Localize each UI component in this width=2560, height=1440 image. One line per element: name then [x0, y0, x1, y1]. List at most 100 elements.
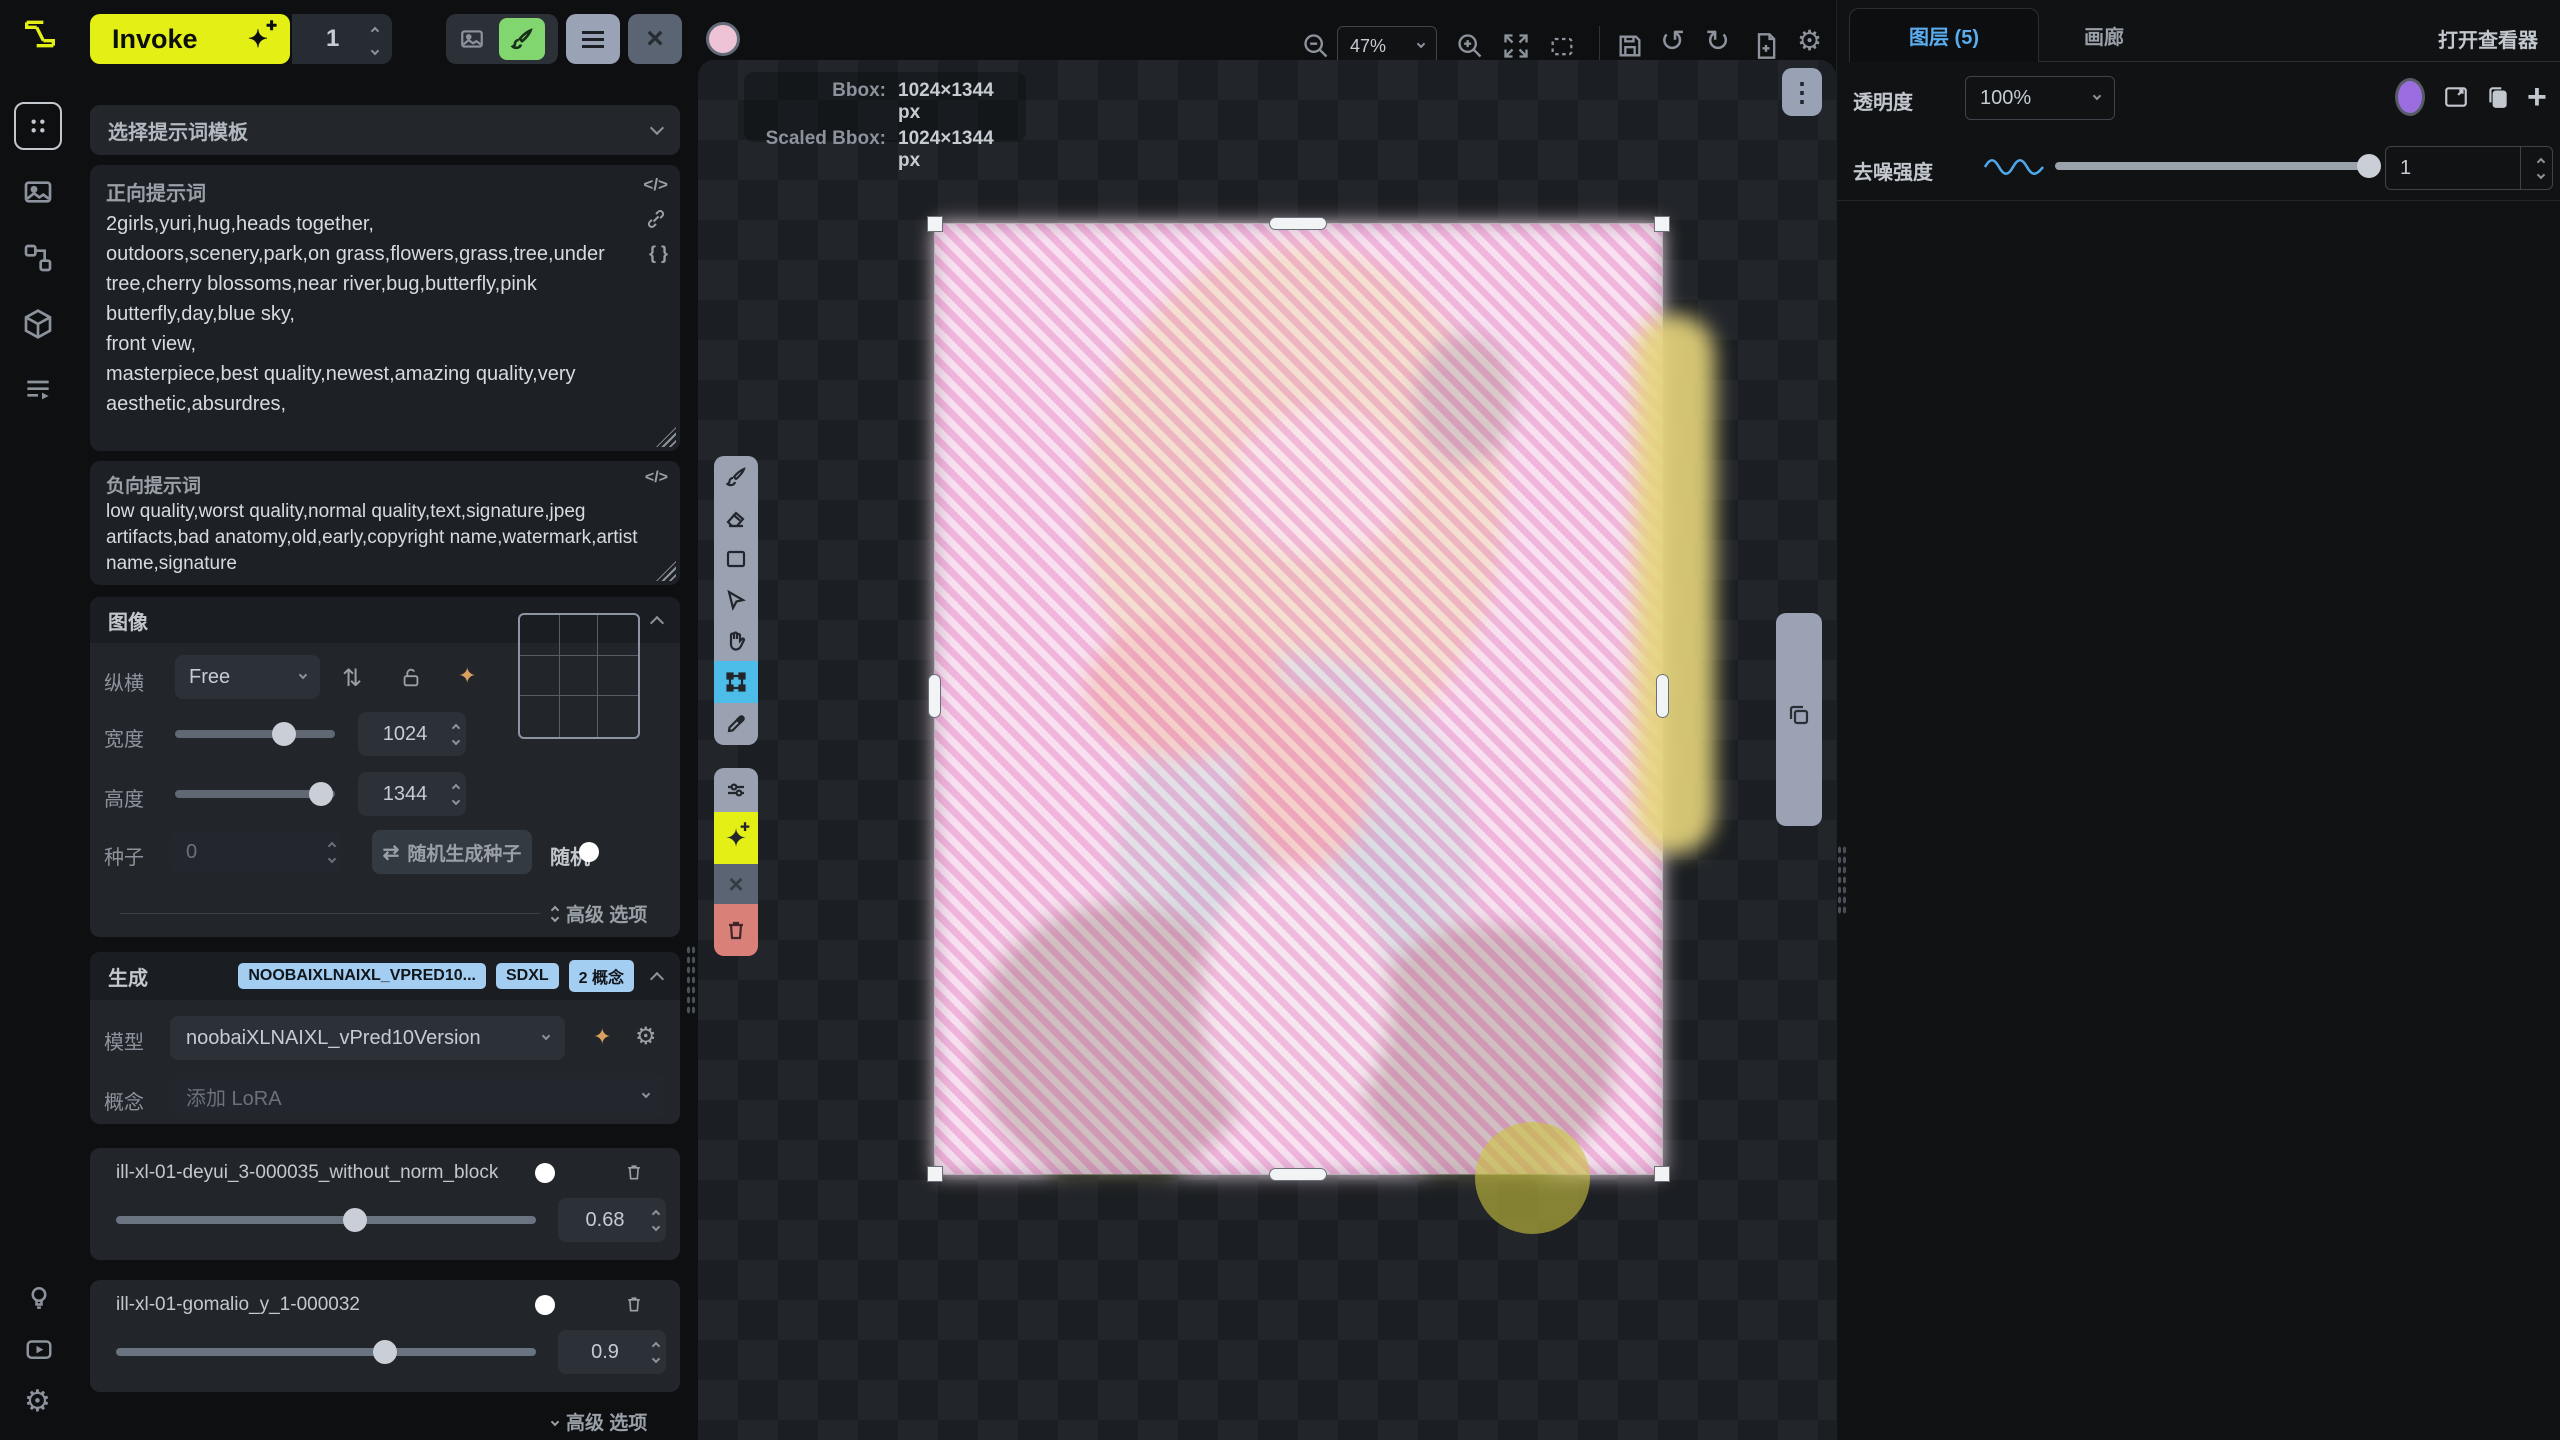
- seed-input[interactable]: 0: [170, 830, 342, 874]
- model-select[interactable]: noobaiXLNAIXL_vPred10Version: [170, 1016, 565, 1060]
- swap-dimensions-icon[interactable]: ⇅: [342, 664, 362, 693]
- generation-section-header[interactable]: 生成 NOOBAIXLNAIXL_VPRED10... SDXL 2 概念: [90, 952, 680, 1000]
- denoise-slider-thumb[interactable]: [2357, 154, 2381, 178]
- resize-handle[interactable]: [656, 561, 676, 581]
- duplicate-layer-icon[interactable]: [2485, 84, 2511, 110]
- canvas-more-options-button[interactable]: ⋮: [1782, 68, 1822, 116]
- tab-gallery[interactable]: 画廊: [2039, 8, 2169, 62]
- bbox-handle-n[interactable]: [1269, 217, 1327, 230]
- width-slider[interactable]: [175, 730, 335, 738]
- rail-tab-canvas[interactable]: [14, 102, 62, 150]
- step-up-icon[interactable]: [452, 783, 460, 791]
- positive-prompt-card[interactable]: 正向提示词 2girls,yuri,hug,heads together, ou…: [90, 165, 680, 451]
- close-panel-button[interactable]: ×: [628, 14, 682, 64]
- generation-advanced-options[interactable]: 高级 选项: [552, 1408, 647, 1435]
- floating-panel-handle[interactable]: [1776, 613, 1822, 826]
- invoke-generate-button[interactable]: ✦✚: [714, 812, 758, 864]
- braces-icon[interactable]: { }: [649, 243, 668, 264]
- trash-icon[interactable]: [624, 1160, 644, 1184]
- denoise-slider[interactable]: [2055, 162, 2369, 170]
- width-input[interactable]: 1024: [358, 712, 466, 756]
- step-up-icon[interactable]: [452, 723, 460, 731]
- add-layer-button[interactable]: +: [2527, 78, 2547, 117]
- layer-color-swatch[interactable]: [2395, 78, 2425, 116]
- save-button[interactable]: [1616, 32, 1644, 60]
- canvas-viewport[interactable]: Bbox: 1024×1344 px Scaled Bbox: 1024×134…: [698, 60, 1836, 1440]
- bbox-handle-w[interactable]: [928, 674, 941, 718]
- code-icon[interactable]: </>: [645, 469, 668, 487]
- canvas-artwork[interactable]: [935, 224, 1662, 1174]
- count-down-icon[interactable]: [371, 47, 379, 55]
- tool-rectangle[interactable]: [714, 538, 758, 579]
- step-down-icon[interactable]: [452, 796, 460, 804]
- bbox-handle-ne[interactable]: [1654, 216, 1670, 232]
- rail-tab-workflows[interactable]: [22, 242, 54, 274]
- lora-weight-slider[interactable]: [116, 1216, 536, 1224]
- bbox-handle-se[interactable]: [1654, 1166, 1670, 1182]
- positive-prompt-text[interactable]: 2girls,yuri,hug,heads together, outdoors…: [106, 209, 626, 419]
- model-sparkle-icon[interactable]: ✦: [593, 1024, 611, 1050]
- image-advanced-options[interactable]: 高级 选项: [552, 900, 647, 927]
- lora-weight-input[interactable]: 0.9: [558, 1330, 666, 1374]
- width-slider-thumb[interactable]: [272, 722, 296, 746]
- opacity-select[interactable]: 100%: [1965, 76, 2115, 120]
- open-viewer-button[interactable]: 打开查看器: [2438, 24, 2538, 53]
- lora-weight-slider[interactable]: [116, 1348, 536, 1356]
- link-icon[interactable]: [646, 209, 666, 229]
- tool-eraser[interactable]: [714, 497, 758, 538]
- optimize-size-icon[interactable]: ✦: [458, 663, 476, 689]
- step-up-icon[interactable]: [652, 1209, 660, 1217]
- menu-button[interactable]: [566, 14, 620, 64]
- zoom-out-button[interactable]: [1302, 32, 1330, 60]
- prompt-template-selector[interactable]: 选择提示词模板: [90, 105, 680, 155]
- canvas-settings-button[interactable]: ⚙: [1797, 24, 1822, 57]
- add-lora-select[interactable]: 添加 LoRA: [170, 1074, 665, 1118]
- code-icon[interactable]: </>: [643, 175, 668, 195]
- step-down-icon[interactable]: [2536, 170, 2544, 178]
- aspect-select[interactable]: Free: [175, 655, 320, 699]
- step-down-icon[interactable]: [452, 736, 460, 744]
- panel-resize-handle[interactable]: [1837, 845, 1847, 915]
- tool-bbox[interactable]: [714, 661, 758, 703]
- rail-tab-models[interactable]: [22, 308, 54, 340]
- height-input[interactable]: 1344: [358, 772, 466, 816]
- brush-color-swatch[interactable]: [706, 22, 740, 56]
- trash-icon[interactable]: [624, 1292, 644, 1316]
- tool-color-picker[interactable]: [714, 703, 758, 745]
- count-up-icon[interactable]: [371, 27, 379, 35]
- height-slider-thumb[interactable]: [309, 782, 333, 806]
- cancel-button[interactable]: ×: [714, 864, 758, 904]
- step-up-icon[interactable]: [328, 841, 336, 849]
- tool-pan[interactable]: [714, 620, 758, 661]
- bbox-handle-nw[interactable]: [927, 216, 943, 232]
- delete-button[interactable]: [714, 904, 758, 956]
- tool-move[interactable]: [714, 579, 758, 620]
- lora-weight-input[interactable]: 0.68: [558, 1198, 666, 1242]
- negative-prompt-card[interactable]: 负向提示词 low quality,worst quality,normal q…: [90, 461, 680, 585]
- bbox-handle-sw[interactable]: [927, 1166, 943, 1182]
- undo-button[interactable]: ↺: [1660, 24, 1685, 59]
- negative-prompt-text[interactable]: low quality,worst quality,normal quality…: [106, 499, 646, 577]
- rail-youtube-button[interactable]: [24, 1334, 54, 1364]
- step-down-icon[interactable]: [652, 1354, 660, 1362]
- zoom-in-button[interactable]: [1456, 32, 1484, 60]
- step-up-icon[interactable]: [652, 1341, 660, 1349]
- brush-mode-button[interactable]: [499, 18, 545, 60]
- invoke-button[interactable]: Invoke ✦✚: [90, 14, 290, 64]
- step-down-icon[interactable]: [652, 1222, 660, 1230]
- step-down-icon[interactable]: [328, 854, 336, 862]
- filter-settings-button[interactable]: [714, 768, 758, 812]
- redo-button[interactable]: ↻: [1705, 24, 1730, 59]
- model-settings-icon[interactable]: ⚙: [635, 1022, 657, 1051]
- denoise-input[interactable]: 1: [2385, 146, 2553, 190]
- tab-layers[interactable]: 图层 (5): [1849, 8, 2039, 62]
- unlock-icon[interactable]: [400, 666, 422, 690]
- new-canvas-button[interactable]: [1752, 32, 1780, 60]
- resize-handle[interactable]: [656, 427, 676, 447]
- rail-help-button[interactable]: [24, 1282, 54, 1312]
- gallery-view-button[interactable]: [459, 26, 485, 52]
- bbox-handle-s[interactable]: [1269, 1168, 1327, 1181]
- rail-tab-queue[interactable]: [22, 374, 54, 406]
- fit-bbox-button[interactable]: [1548, 32, 1576, 60]
- lora-slider-thumb[interactable]: [343, 1208, 367, 1232]
